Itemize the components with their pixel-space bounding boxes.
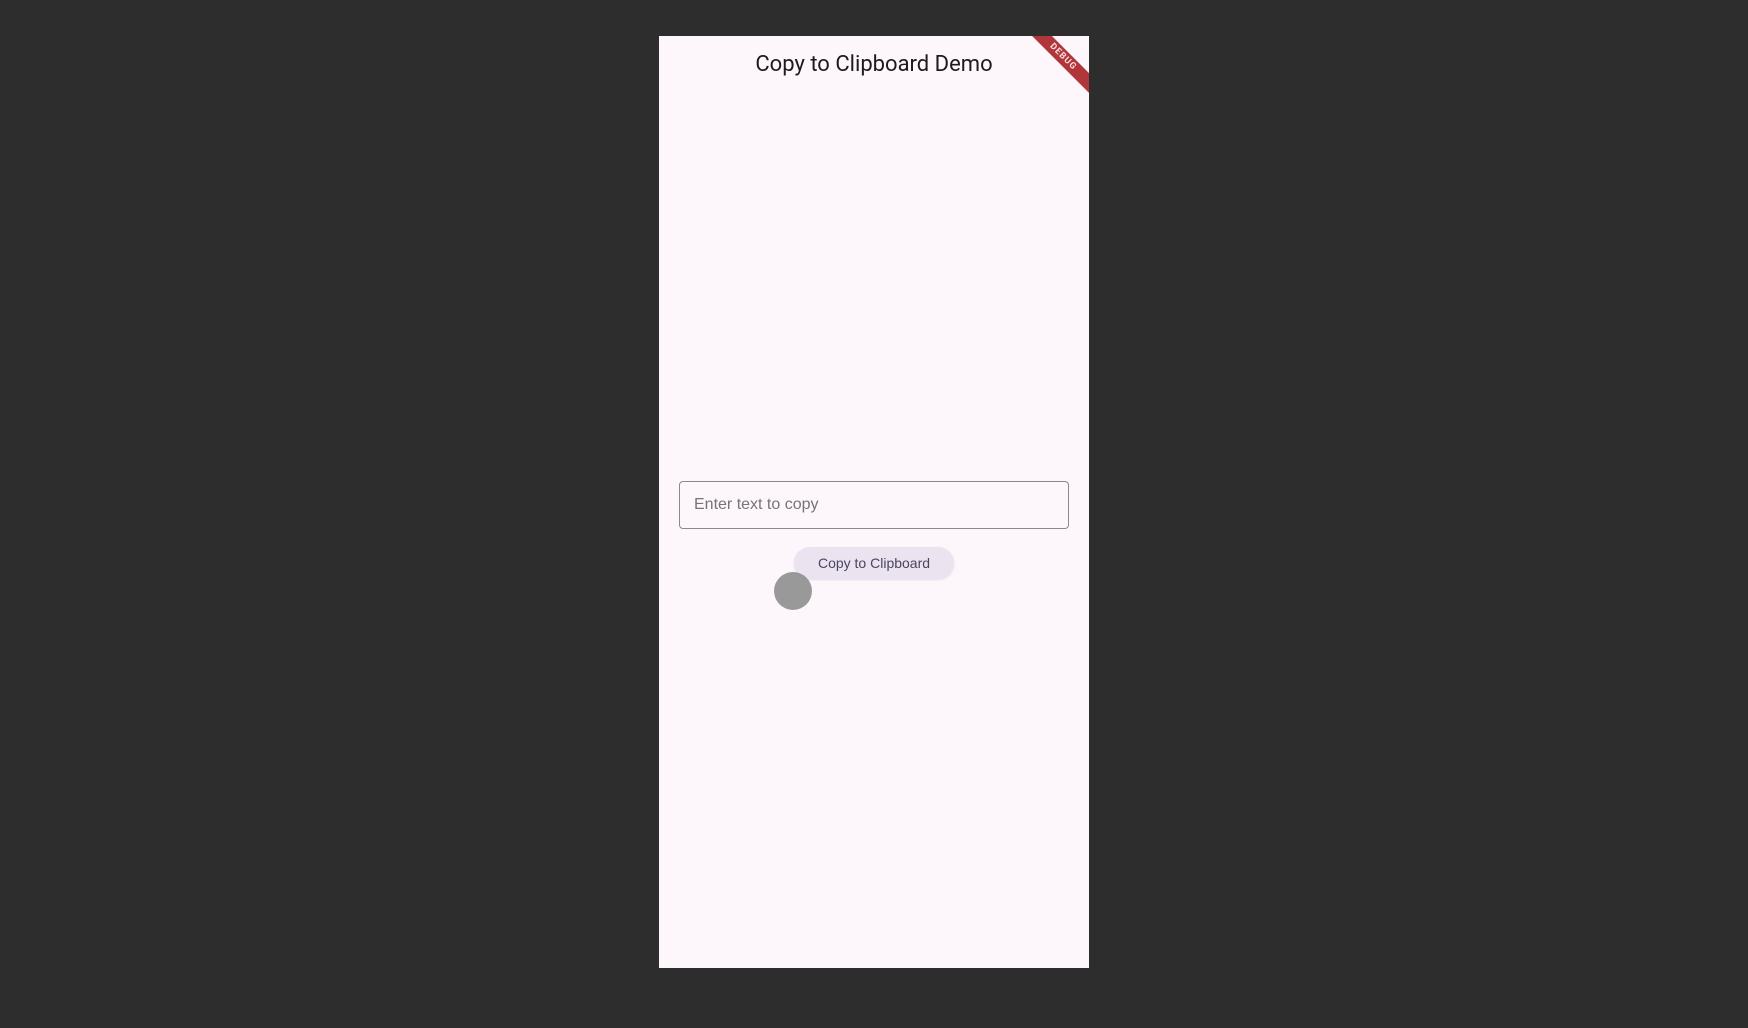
touch-indicator-icon [774,572,812,610]
app-container: Copy to Clipboard Demo DEBUG Copy to Cli… [659,36,1089,968]
app-title: Copy to Clipboard Demo [755,52,992,77]
body-content: Copy to Clipboard [659,92,1089,968]
copy-to-clipboard-button[interactable]: Copy to Clipboard [794,547,954,579]
text-to-copy-input[interactable] [679,481,1069,529]
app-bar: Copy to Clipboard Demo [659,36,1089,92]
